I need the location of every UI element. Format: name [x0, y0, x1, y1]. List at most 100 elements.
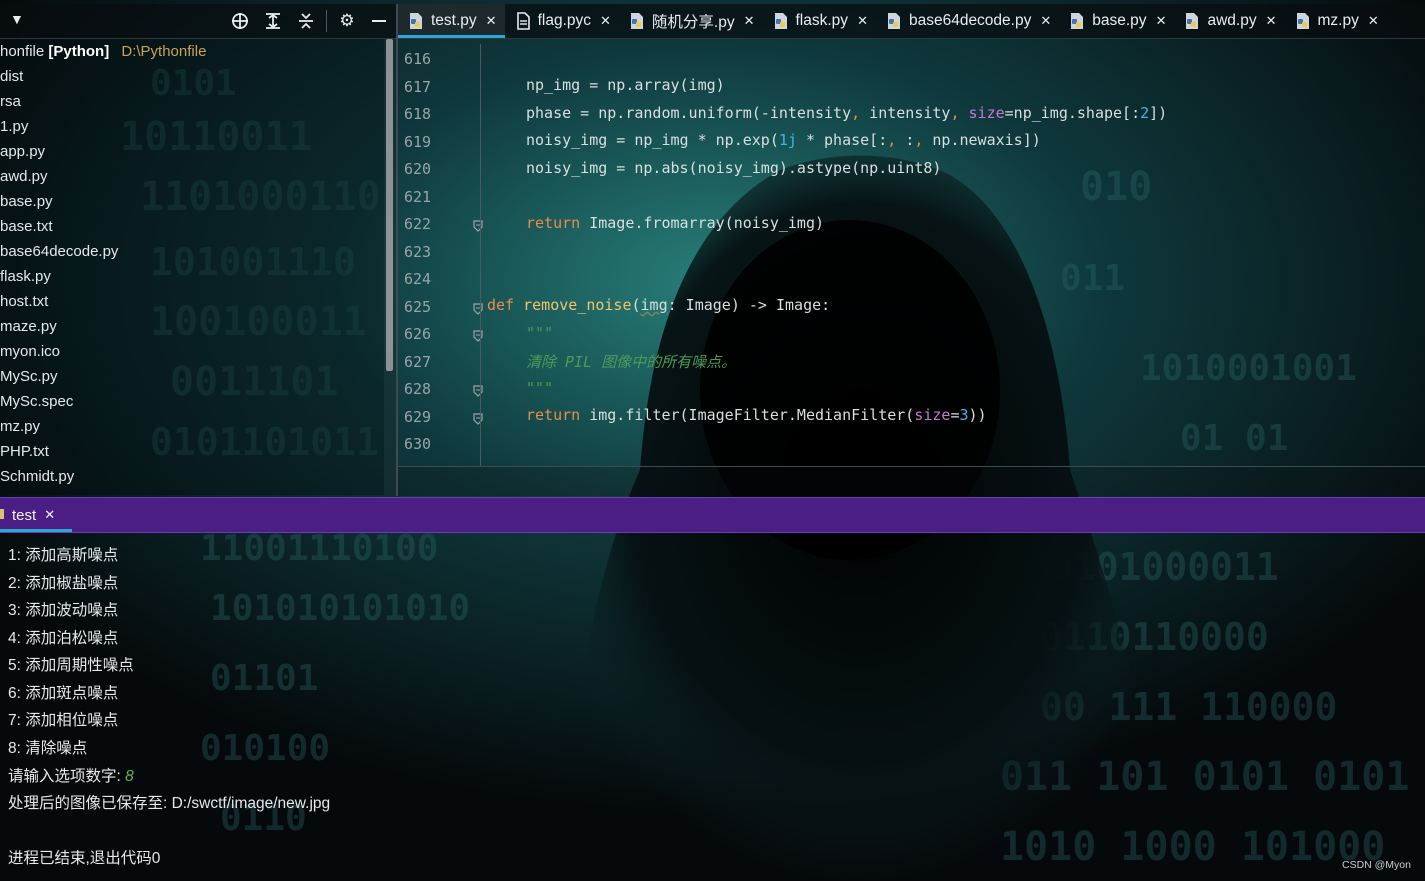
line-number: 630: [404, 435, 432, 453]
tree-item-label: base64decode.py: [0, 243, 119, 260]
editor-tab-label: base64decode.py: [908, 12, 1032, 29]
tree-item[interactable]: maze.py: [0, 314, 384, 339]
chevron-down-icon[interactable]: ▼: [10, 11, 24, 27]
minimize-icon[interactable]: [368, 10, 390, 32]
gear-icon[interactable]: ⚙: [336, 10, 358, 32]
line-number: 627: [404, 352, 432, 371]
console-saved-line: 处理后的图像已保存至: D:/swctf/image/new.jpg: [8, 795, 331, 812]
close-icon[interactable]: ✕: [1368, 13, 1379, 29]
run-tab-test[interactable]: test ✕: [0, 498, 72, 532]
tree-item[interactable]: dist: [0, 64, 384, 89]
code-line-619: noisy_img = np_img * np.exp(1j * phase[:…: [526, 131, 1041, 149]
tree-root-name: honfile: [0, 43, 45, 60]
tree-item[interactable]: base.py: [0, 189, 384, 214]
editor-tab[interactable]: 随机分享.py ✕: [619, 4, 763, 38]
tree-item-label: awd.py: [0, 168, 48, 185]
fold-marker-icon[interactable]: [473, 219, 483, 232]
tree-item[interactable]: 1.py: [0, 114, 384, 139]
line-number-gutter: 616 617 618 619 620 621 622 623 624 625 626 627 628 6…: [398, 44, 483, 466]
tree-item[interactable]: rsa: [0, 89, 384, 114]
project-toolbar: ▼ ⚙: [0, 4, 396, 39]
tree-item[interactable]: flask.py: [0, 264, 384, 289]
editor-tab[interactable]: flag.pyc ✕: [505, 4, 619, 38]
close-icon[interactable]: ✕: [1156, 13, 1167, 29]
line-number: 624: [404, 270, 432, 288]
editor-tab-label: test.py: [431, 12, 477, 29]
project-tree: honfile [Python] D:\Pythonfile dist rsa 1.…: [0, 39, 384, 495]
code-line-628: """: [526, 379, 554, 397]
fold-marker-icon[interactable]: [473, 302, 483, 315]
python-file-icon: [408, 12, 424, 30]
tree-scrollbar-thumb[interactable]: [386, 39, 393, 371]
tree-item-label: host.txt: [0, 293, 49, 310]
editor-tab[interactable]: awd.py ✕: [1174, 4, 1284, 38]
tree-item-label: mz.py: [0, 418, 41, 435]
tree-item[interactable]: mz.py: [0, 414, 384, 439]
tree-item[interactable]: host.txt: [0, 289, 384, 314]
line-number: 626: [404, 325, 432, 343]
expand-all-icon[interactable]: [262, 10, 284, 32]
editor-tab-bar: test.py ✕ flag.pyc ✕ 随机分享.py ✕ flask.py ✕ base64…: [398, 4, 1425, 39]
close-icon[interactable]: ✕: [1266, 13, 1277, 29]
line-number: 625: [404, 297, 432, 316]
python-file-icon: [629, 12, 645, 30]
console-input-value: 8: [125, 768, 134, 785]
close-icon[interactable]: ✕: [744, 13, 755, 29]
tree-scrollbar[interactable]: [384, 39, 396, 495]
tree-item[interactable]: MySc.py: [0, 364, 384, 389]
python-file-icon: [1295, 12, 1311, 30]
tree-item[interactable]: base64decode.py: [0, 239, 384, 264]
file-icon: [515, 12, 531, 30]
editor-tab-label: awd.py: [1207, 12, 1257, 29]
console-line: 2: 添加椒盐噪点: [8, 574, 119, 592]
close-icon[interactable]: ✕: [1040, 13, 1051, 29]
tree-item-label: base.py: [0, 193, 53, 210]
python-file-icon: [773, 12, 789, 30]
tree-item-label: myon.ico: [0, 343, 61, 360]
close-icon[interactable]: ✕: [486, 13, 497, 29]
console-exit-line: 进程已结束,退出代码0: [8, 850, 161, 867]
editor-tab-label: 随机分享.py: [651, 14, 735, 31]
code-line-626: """: [526, 324, 554, 342]
tree-item[interactable]: Schmidt.py: [0, 464, 384, 489]
editor-tab[interactable]: base64decode.py ✕: [876, 4, 1059, 38]
code-line-625: def remove_noise(img: Image) -> Image:: [487, 296, 831, 314]
collapse-all-icon[interactable]: [295, 10, 317, 32]
fold-marker-icon[interactable]: [473, 384, 483, 397]
fold-marker-icon[interactable]: [473, 329, 483, 342]
crosshair-icon[interactable]: [229, 10, 251, 32]
console-input-prompt: 请输入选项数字: 8: [8, 768, 134, 785]
line-number: 622: [404, 215, 432, 233]
fold-marker-icon[interactable]: [473, 412, 483, 425]
tree-item[interactable]: app.py: [0, 139, 384, 164]
tree-item[interactable]: MySc.spec: [0, 389, 384, 414]
tree-root[interactable]: honfile [Python] D:\Pythonfile: [0, 39, 384, 64]
code-editor[interactable]: np_img = np.array(img) phase = np.random…: [487, 44, 1417, 466]
line-number: 623: [404, 242, 432, 261]
line-number: 620: [404, 160, 432, 178]
tree-item-label: rsa: [0, 93, 21, 110]
tree-item-label: 1.py: [0, 118, 29, 135]
editor-tab[interactable]: mz.py ✕: [1285, 4, 1387, 38]
tree-root-tag: [Python]: [48, 43, 110, 60]
line-number: 629: [404, 407, 432, 426]
tree-item[interactable]: base.txt: [0, 214, 384, 239]
python-run-icon: [0, 509, 4, 519]
close-icon[interactable]: ✕: [600, 13, 611, 29]
line-number: 621: [404, 187, 432, 206]
tree-item[interactable]: myon.ico: [0, 339, 384, 364]
close-icon[interactable]: ✕: [44, 507, 55, 523]
tree-item-label: MySc.py: [0, 368, 58, 385]
tree-item[interactable]: PHP.txt: [0, 439, 384, 464]
run-console-output[interactable]: 1: 添加高斯噪点 2: 添加椒盐噪点 3: 添加波动噪点 4: 添加泊松噪点 5: 添…: [8, 532, 1008, 881]
tree-item-list: dist rsa 1.py app.py awd.py base.py base.txt ba…: [0, 64, 384, 489]
console-line: 6: 添加斑点噪点: [8, 684, 119, 702]
line-number: 628: [404, 380, 432, 398]
tree-item-label: maze.py: [0, 318, 57, 335]
editor-tab[interactable]: test.py ✕: [398, 4, 505, 38]
editor-tab[interactable]: base.py ✕: [1059, 4, 1174, 38]
tree-item[interactable]: awd.py: [0, 164, 384, 189]
watermark: CSDN @Myon⁠: [1341, 859, 1411, 871]
close-icon[interactable]: ✕: [857, 13, 868, 29]
editor-tab[interactable]: flask.py ✕: [763, 4, 876, 38]
